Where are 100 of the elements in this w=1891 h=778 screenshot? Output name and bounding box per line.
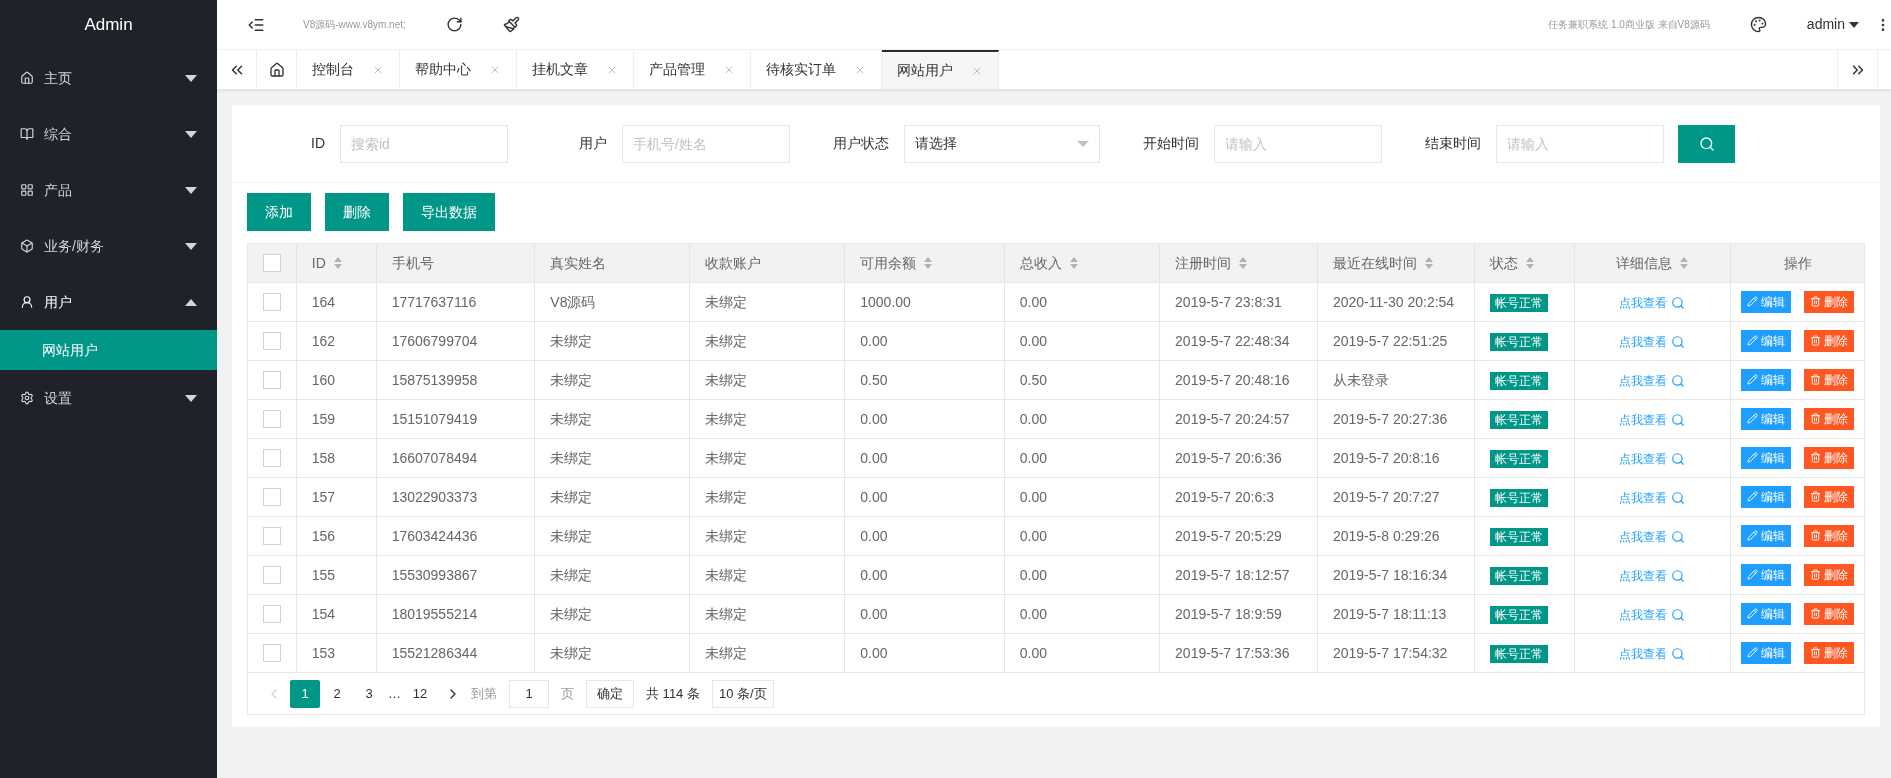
edit-button[interactable]: 编辑 xyxy=(1741,329,1791,352)
edit-button[interactable]: 编辑 xyxy=(1741,446,1791,469)
row-checkbox[interactable] xyxy=(262,410,281,428)
row-checkbox[interactable] xyxy=(262,449,281,467)
tab[interactable]: 网站用户 xyxy=(882,50,999,89)
pencil-icon xyxy=(1747,491,1758,503)
edit-button[interactable]: 编辑 xyxy=(1741,641,1791,664)
brand-title: Admin xyxy=(83,14,134,37)
table-cell: 0.00 xyxy=(1019,566,1047,583)
row-checkbox[interactable] xyxy=(262,605,281,623)
delete-button[interactable]: 删除 xyxy=(1804,524,1854,547)
page-size-select[interactable]: 10 条/页 xyxy=(711,679,774,708)
sort-icon[interactable] xyxy=(1069,257,1078,269)
table-cell: 0.50 xyxy=(860,371,888,388)
table-cell: 2019-5-7 18:9:59 xyxy=(1175,605,1282,622)
row-checkbox[interactable] xyxy=(262,332,281,350)
refresh-icon[interactable] xyxy=(445,16,463,33)
table-cell: 2019-5-7 18:16:34 xyxy=(1332,566,1448,583)
table-cell: V8源码 xyxy=(550,293,596,310)
table-cell: 0.00 xyxy=(1019,605,1047,622)
action-button[interactable]: 添加 xyxy=(247,193,311,231)
delete-button[interactable]: 删除 xyxy=(1804,485,1854,508)
caret-down-icon xyxy=(1849,21,1859,28)
filter-input[interactable]: 请输入 xyxy=(1496,124,1664,163)
submenu-item[interactable]: 网站用户 xyxy=(0,330,217,370)
status-select[interactable]: 请选择 xyxy=(904,124,1100,163)
row-checkbox[interactable] xyxy=(262,644,281,662)
sidebar-item[interactable]: 产品 xyxy=(0,162,217,218)
filter-input[interactable]: 手机号/姓名 xyxy=(622,124,790,163)
edit-button[interactable]: 编辑 xyxy=(1741,368,1791,391)
table-cell: 15521286344 xyxy=(391,644,478,661)
page-unit: 页 xyxy=(561,684,574,703)
sort-icon[interactable] xyxy=(1680,257,1689,269)
tab[interactable]: 控制台 xyxy=(297,50,400,89)
sidebar-item[interactable]: 综合 xyxy=(0,106,217,162)
row-checkbox[interactable] xyxy=(262,293,281,311)
delete-button[interactable]: 删除 xyxy=(1804,602,1854,625)
table-cell: 155 xyxy=(311,566,336,583)
edit-button[interactable]: 编辑 xyxy=(1741,485,1791,508)
user-menu[interactable]: admin xyxy=(1806,14,1859,35)
delete-button[interactable]: 删除 xyxy=(1804,290,1854,313)
edit-button[interactable]: 编辑 xyxy=(1741,524,1791,547)
row-checkbox[interactable] xyxy=(262,527,281,545)
delete-button[interactable]: 删除 xyxy=(1804,563,1854,586)
tab[interactable]: 挂机文章 xyxy=(517,50,634,89)
table-cell: 未绑定 xyxy=(550,488,593,505)
tab[interactable]: 帮助中心 xyxy=(400,50,517,89)
sidebar-item[interactable]: 业务/财务 xyxy=(0,218,217,274)
filter-input[interactable]: 请输入 xyxy=(1214,124,1382,163)
status-badge: 帐号正常 xyxy=(1489,332,1548,351)
edit-button[interactable]: 编辑 xyxy=(1741,563,1791,586)
sidebar-item[interactable]: 用户 xyxy=(0,274,217,330)
filter-input[interactable]: 搜索id xyxy=(340,124,508,163)
row-checkbox[interactable] xyxy=(262,488,281,506)
page-button[interactable]: 1 xyxy=(290,679,320,708)
action-button[interactable]: 删除 xyxy=(325,193,389,231)
delete-button[interactable]: 删除 xyxy=(1804,446,1854,469)
table-cell: 0.00 xyxy=(1019,527,1047,544)
table-cell: 17606799704 xyxy=(391,332,478,349)
table-cell: 2019-5-7 18:11:13 xyxy=(1332,605,1447,622)
column-header: ID xyxy=(311,253,326,273)
sidebar-item[interactable]: 主页 xyxy=(0,50,217,106)
delete-button[interactable]: 删除 xyxy=(1804,407,1854,430)
table-cell: 0.00 xyxy=(860,566,888,583)
status-badge: 帐号正常 xyxy=(1489,371,1548,390)
sidebar-item[interactable]: 设置 xyxy=(0,370,217,426)
action-button[interactable]: 导出数据 xyxy=(403,193,495,231)
table-cell: 17603424436 xyxy=(391,527,478,544)
pencil-icon xyxy=(1747,530,1758,542)
confirm-button[interactable]: 确定 xyxy=(586,679,634,708)
delete-button[interactable]: 删除 xyxy=(1804,329,1854,352)
table-cell: 13022903373 xyxy=(391,488,478,505)
table-cell: 2019-5-7 22:48:34 xyxy=(1175,332,1290,349)
edit-button[interactable]: 编辑 xyxy=(1741,407,1791,430)
delete-button[interactable]: 删除 xyxy=(1804,368,1854,391)
row-checkbox[interactable] xyxy=(262,371,281,389)
sort-icon[interactable] xyxy=(1525,257,1534,269)
search-button[interactable] xyxy=(1678,124,1735,163)
sort-icon[interactable] xyxy=(1239,257,1248,269)
select-all-checkbox[interactable] xyxy=(262,254,281,272)
delete-button[interactable]: 删除 xyxy=(1804,641,1854,664)
table-cell: 162 xyxy=(311,332,336,349)
brush-icon[interactable] xyxy=(502,16,520,33)
sort-icon[interactable] xyxy=(924,257,933,269)
row-checkbox[interactable] xyxy=(262,566,281,584)
table-cell: 未绑定 xyxy=(704,566,747,583)
edit-button[interactable]: 编辑 xyxy=(1741,602,1791,625)
column-header: 最近在线时间 xyxy=(1332,253,1417,273)
sort-icon[interactable] xyxy=(333,257,342,269)
table-cell: 2019-5-7 20:7:27 xyxy=(1332,488,1440,505)
sort-icon[interactable] xyxy=(1424,257,1433,269)
table-cell: 未绑定 xyxy=(704,371,747,388)
palette-icon[interactable] xyxy=(1749,16,1767,33)
tab[interactable]: 产品管理 xyxy=(634,50,751,89)
table-cell: 未绑定 xyxy=(550,371,593,388)
caret-down-icon xyxy=(1077,140,1089,147)
edit-button[interactable]: 编辑 xyxy=(1741,290,1791,313)
table-cell: 157 xyxy=(311,488,336,505)
column-header: 真实姓名 xyxy=(550,253,607,273)
page-input[interactable]: 1 xyxy=(509,679,549,708)
